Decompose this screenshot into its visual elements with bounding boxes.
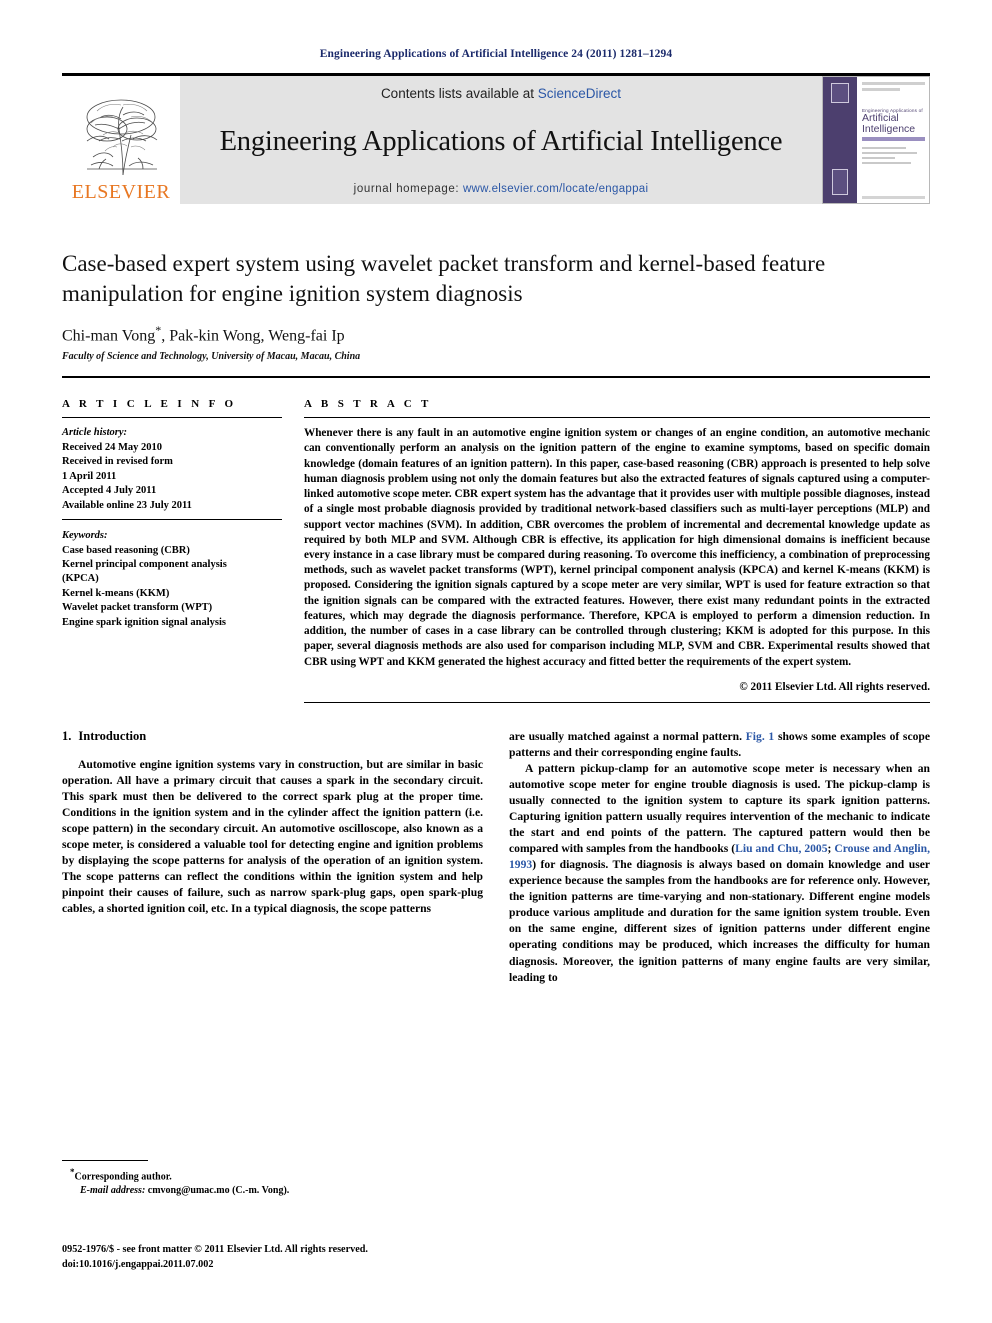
corresponding-author-marker: *	[155, 322, 162, 337]
keyword-item: (KPCA)	[62, 573, 99, 585]
issn-front-matter: 0952-1976/$ - see front matter © 2011 El…	[62, 1244, 368, 1255]
section-heading-introduction: 1. Introduction	[62, 729, 483, 744]
keywords-label: Keywords:	[62, 530, 108, 542]
running-head: Engineering Applications of Artificial I…	[319, 48, 673, 60]
body-left-column: 1. Introduction Automotive engine ignitio…	[62, 729, 483, 986]
cover-text-line	[862, 152, 918, 155]
article-history-block: Article history: Received 24 May 2010 Re…	[62, 426, 282, 521]
abstract-column: A B S T R A C T Whenever there is any fa…	[304, 398, 930, 703]
email-address[interactable]: cmvong@umac.mo (C.-m. Vong).	[148, 1185, 290, 1196]
abstract-bottom-rule	[304, 701, 930, 703]
journal-masthead: ELSEVIER Contents lists available at Sci…	[62, 76, 930, 204]
abstract-rule-top	[304, 417, 930, 419]
paragraph-intro-right-continued: are usually matched against a normal pat…	[509, 729, 930, 761]
article-history-item: Received in revised form	[62, 456, 173, 468]
abstract-text: Whenever there is any fault in an automo…	[304, 427, 930, 668]
author-list: Chi-man Vong*, Pak-kin Wong, Weng-fai Ip	[62, 322, 345, 345]
article-history-item: Accepted 4 July 2011	[62, 485, 157, 497]
email-label: E-mail address:	[80, 1184, 146, 1196]
title-block: Case-based expert system using wavelet p…	[62, 249, 930, 362]
cover-imprint-mark-icon	[832, 169, 848, 195]
article-info-rule	[62, 417, 282, 419]
contents-lists-line: Contents lists available at ScienceDirec…	[381, 86, 621, 101]
cover-editor-lines	[862, 147, 925, 167]
paragraph-intro-left: Automotive engine ignition systems vary …	[62, 757, 483, 916]
para-text-a: are usually matched against a normal pat…	[509, 729, 746, 743]
keyword-item: Kernel k-means (KKM)	[62, 587, 170, 599]
homepage-prefix: journal homepage:	[353, 183, 463, 195]
keyword-item: Engine spark ignition signal analysis	[62, 616, 226, 628]
section-number: 1.	[62, 728, 72, 743]
keywords-block: Keywords: Case based reasoning (CBR) Ker…	[62, 520, 282, 630]
cover-front: Engineering Applications of Artificial I…	[857, 77, 929, 203]
cover-header-rule-2	[862, 88, 900, 91]
cover-accent-bar	[862, 137, 925, 142]
cover-title-line-2: Intelligence	[862, 122, 916, 135]
journal-homepage-link[interactable]: www.elsevier.com/locate/engappai	[463, 183, 648, 195]
corresponding-author-text: Corresponding author.	[74, 1171, 172, 1183]
article-history-item: Received 24 May 2010	[62, 441, 163, 453]
article-info-column: A R T I C L E I N F O Article history: R…	[62, 398, 282, 703]
article-history-label: Article history:	[62, 427, 128, 439]
elsevier-wordmark: ELSEVIER	[71, 181, 171, 203]
masthead-center: Contents lists available at ScienceDirec…	[180, 76, 822, 204]
cover-spacer	[862, 94, 925, 108]
contents-prefix: Contents lists available at	[380, 86, 538, 101]
info-abstract-area: A R T I C L E I N F O Article history: R…	[62, 378, 930, 703]
elsevier-tree-icon	[86, 99, 158, 176]
citation-link-liu-chu[interactable]: Liu and Chu, 2005	[735, 842, 827, 855]
sciencedirect-link[interactable]: ScienceDirect	[538, 86, 621, 101]
body-columns: 1. Introduction Automotive engine ignitio…	[62, 729, 930, 986]
article-history-item: 1 April 2011	[62, 470, 117, 482]
article-history-item: Available online 23 July 2011	[62, 499, 192, 511]
doi-line[interactable]: doi:10.1016/j.engappai.2011.07.002	[62, 1258, 368, 1273]
figure-reference-link[interactable]: Fig. 1	[746, 730, 775, 743]
journal-cover-thumbnail: Engineering Applications of Artificial I…	[822, 76, 930, 204]
cover-spine	[823, 77, 857, 203]
paper-title: Case-based expert system using wavelet p…	[62, 251, 826, 306]
corresponding-author-note: *Corresponding author.	[62, 1166, 462, 1185]
article-info-heading: A R T I C L E I N F O	[62, 398, 237, 411]
cover-header-rule	[862, 82, 925, 85]
cover-publisher-mark-icon	[831, 83, 849, 103]
footnote-block: *Corresponding author. E-mail address: c…	[62, 1160, 462, 1196]
keyword-item: Wavelet packet transform (WPT)	[62, 602, 213, 614]
journal-homepage-line: journal homepage: www.elsevier.com/locat…	[354, 183, 649, 195]
affiliation: Faculty of Science and Technology, Unive…	[62, 351, 361, 363]
keyword-item: Case based reasoning (CBR)	[62, 544, 190, 556]
cover-text-line	[862, 162, 912, 165]
paragraph-pickup-clamp: A pattern pickup-clamp for an automotive…	[509, 761, 930, 986]
abstract-copyright: © 2011 Elsevier Ltd. All rights reserved…	[739, 680, 930, 693]
section-title: Introduction	[78, 728, 147, 743]
cover-text-line	[862, 157, 895, 160]
email-note: E-mail address: cmvong@umac.mo (C.-m. Vo…	[62, 1185, 462, 1196]
elsevier-logo: ELSEVIER	[62, 76, 180, 204]
imprint-block: 0952-1976/$ - see front matter © 2011 El…	[62, 1243, 368, 1273]
abstract-heading: A B S T R A C T	[304, 398, 432, 411]
journal-title: Engineering Applications of Artificial I…	[219, 126, 783, 157]
cover-footer-rule	[862, 196, 925, 199]
body-right-column: are usually matched against a normal pat…	[509, 729, 930, 986]
cover-text-line	[862, 147, 907, 150]
para-text-b: ) for diagnosis. The diagnosis is always…	[509, 858, 930, 984]
paper-page: Engineering Applications of Artificial I…	[0, 0, 992, 1323]
footnote-rule	[62, 1160, 148, 1161]
keyword-item: Kernel principal component analysis	[62, 558, 227, 570]
